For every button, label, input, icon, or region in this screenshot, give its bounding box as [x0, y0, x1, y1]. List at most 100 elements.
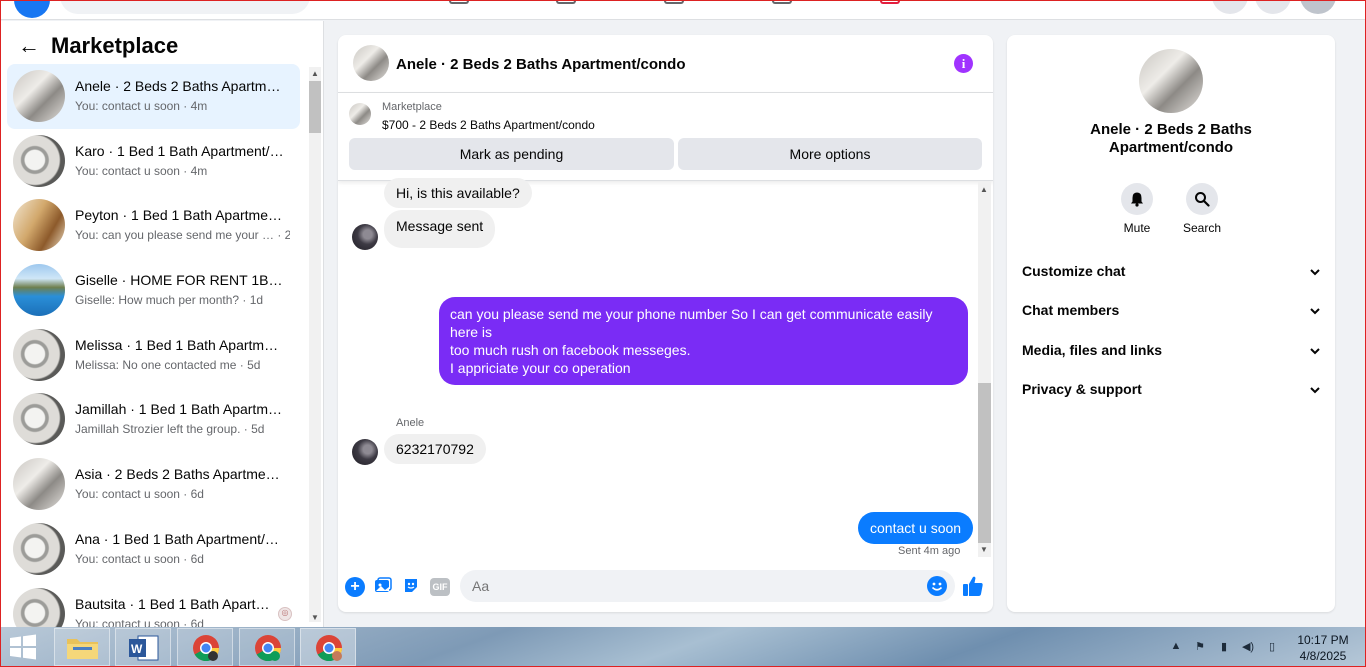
conversation-item[interactable]: Asia · 2 Beds 2 Baths Apartment… You: co…	[7, 452, 300, 517]
scroll-down-arrow-icon[interactable]: ▼	[980, 545, 988, 554]
scroll-down-arrow-icon[interactable]: ▼	[311, 613, 319, 622]
facebook-search-input[interactable]	[60, 0, 310, 14]
folder-icon	[67, 639, 98, 659]
message-bubble-received: Message sent	[384, 210, 496, 248]
groups-nav-icon[interactable]	[772, 0, 792, 4]
listing-avatar	[13, 264, 65, 317]
windows-taskbar: W ▲ ⚑ ▮ ◀) ▯ 10:17 PM 4/8/2025	[0, 627, 1366, 667]
message-bubble-sent: can you please send me your phone number…	[439, 297, 968, 385]
details-title-line: Anele · 2 Beds 2 Baths	[1090, 121, 1252, 138]
conversation-name: Peyton · 1 Bed 1 Bath Apartmen…	[75, 207, 285, 224]
mark-as-pending-button[interactable]: Mark as pending	[349, 138, 674, 170]
conversation-preview: You: contact u soon · 6d	[75, 487, 204, 502]
chat-panel: Anele · 2 Beds 2 Baths Apartment/condo i…	[338, 35, 993, 612]
sidebar-scrollbar-thumb[interactable]	[309, 81, 321, 133]
scroll-up-arrow-icon[interactable]: ▲	[980, 185, 988, 194]
video-nav-icon[interactable]	[556, 0, 576, 4]
chrome-icon	[316, 635, 343, 662]
message-thread: Hi, is this available? Message sent can …	[338, 178, 978, 560]
conversation-item[interactable]: Anele · 2 Beds 2 Baths Apartme… You: con…	[7, 64, 300, 129]
chevron-down-icon	[1310, 308, 1320, 315]
scroll-up-arrow-icon[interactable]: ▲	[311, 69, 319, 78]
plus-icon[interactable]: +	[345, 577, 365, 597]
section-label: Customize chat	[1022, 263, 1126, 279]
gaming-nav-icon[interactable]	[880, 0, 900, 4]
svg-text:W: W	[131, 642, 143, 656]
gif-icon[interactable]: GIF	[430, 578, 450, 596]
message-composer: + GIF	[338, 565, 993, 612]
facebook-logo-icon[interactable]	[14, 0, 50, 18]
mute-button[interactable]: Mute	[1107, 183, 1167, 235]
power-icon[interactable]: ▯	[1264, 640, 1280, 654]
chrome-taskbar-button[interactable]	[177, 628, 233, 666]
network-signal-icon[interactable]: ▮	[1216, 640, 1232, 654]
chat-scrollbar-thumb[interactable]	[978, 383, 991, 543]
home-nav-icon[interactable]	[449, 0, 469, 4]
listing-avatar	[13, 328, 65, 381]
chrome-taskbar-button[interactable]	[239, 628, 295, 666]
back-arrow-icon[interactable]: ←	[18, 35, 40, 57]
file-explorer-taskbar-button[interactable]	[54, 628, 110, 666]
notifications-icon[interactable]	[1255, 0, 1291, 14]
more-options-button[interactable]: More options	[678, 138, 982, 170]
chevron-down-icon	[1310, 387, 1320, 394]
customize-chat-section[interactable]: Customize chat	[1022, 263, 1322, 283]
chrome-icon	[255, 635, 282, 662]
sender-name: Anele	[396, 417, 425, 429]
taskbar-clock[interactable]: 10:17 PM 4/8/2025	[1292, 632, 1354, 664]
chevron-down-icon	[1310, 269, 1320, 276]
chat-members-section[interactable]: Chat members	[1022, 302, 1322, 322]
conversation-preview: Melissa: No one contacted me · 5d	[75, 357, 261, 372]
show-hidden-icons-icon[interactable]: ▲	[1168, 640, 1184, 654]
volume-icon[interactable]: ◀)	[1240, 640, 1256, 654]
thumbs-up-icon[interactable]	[961, 574, 985, 598]
marketplace-listing-bar: Marketplace $700 - 2 Beds 2 Baths Apartm…	[338, 93, 993, 181]
section-label: Privacy & support	[1022, 381, 1142, 397]
chat-title[interactable]: Anele · 2 Beds 2 Baths Apartment/condo	[396, 56, 686, 73]
conversation-item[interactable]: Giselle · HOME FOR RENT 1BED… Giselle: H…	[7, 258, 300, 323]
chat-details-panel: Anele · 2 Beds 2 Baths Apartment/condo M…	[1007, 35, 1335, 612]
conversation-preview: You: contact u soon · 4m	[75, 99, 208, 113]
conversation-name: Jamillah · 1 Bed 1 Bath Apartme…	[75, 401, 285, 418]
search-button[interactable]: Search	[1172, 183, 1232, 235]
action-center-flag-icon[interactable]: ⚑	[1192, 640, 1208, 654]
privacy-support-section[interactable]: Privacy & support	[1022, 381, 1322, 401]
message-line: can you please send me your phone number…	[450, 306, 933, 340]
sidebar-header: ← Marketplace	[18, 33, 178, 59]
chat-avatar[interactable]	[353, 45, 389, 81]
sidebar-title: Marketplace	[51, 33, 179, 58]
marketplace-nav-icon[interactable]	[664, 0, 684, 4]
chat-header: Anele · 2 Beds 2 Baths Apartment/condo i	[338, 35, 993, 93]
word-icon: W	[129, 635, 159, 661]
emoji-icon[interactable]	[927, 576, 947, 596]
message-input[interactable]	[460, 570, 955, 602]
system-tray: ▲ ⚑ ▮ ◀) ▯	[1168, 638, 1280, 656]
sender-avatar	[352, 224, 378, 250]
image-icon[interactable]	[373, 577, 393, 597]
clock-time: 10:17 PM	[1297, 633, 1349, 647]
info-icon[interactable]: i	[954, 54, 973, 73]
listing-avatar	[13, 70, 65, 122]
conversation-item[interactable]: Peyton · 1 Bed 1 Bath Apartmen… You: can…	[7, 193, 300, 258]
conversation-preview: Jamillah Strozier left the group. · 5d	[75, 422, 265, 437]
listing-price-title[interactable]: $700 - 2 Beds 2 Baths Apartment/condo	[382, 118, 595, 132]
menu-grid-icon[interactable]	[1212, 0, 1248, 14]
conversation-sidebar: ← Marketplace Anele · 2 Beds 2 Baths Apa…	[0, 21, 324, 627]
search-icon	[1186, 183, 1218, 215]
conversation-list: Anele · 2 Beds 2 Baths Apartme… You: con…	[7, 64, 300, 627]
sidebar-scrollbar[interactable]	[309, 67, 321, 622]
conversation-item[interactable]: Karo · 1 Bed 1 Bath Apartment/c… You: co…	[7, 129, 300, 194]
conversation-item[interactable]: Melissa · 1 Bed 1 Bath Apartmen… Melissa…	[7, 323, 300, 388]
listing-thumbnail[interactable]	[349, 103, 371, 125]
listing-avatar	[13, 134, 65, 187]
conversation-name: Asia · 2 Beds 2 Baths Apartment…	[75, 466, 285, 483]
chrome-taskbar-button-active[interactable]	[300, 628, 356, 666]
sticker-icon[interactable]	[401, 577, 421, 597]
account-avatar[interactable]	[1300, 0, 1336, 14]
conversation-item[interactable]: Jamillah · 1 Bed 1 Bath Apartme… Jamilla…	[7, 387, 300, 452]
conversation-item[interactable]: Bautsita · 1 Bed 1 Bath Apart… You: cont…	[7, 582, 300, 627]
word-taskbar-button[interactable]: W	[115, 628, 171, 666]
windows-start-icon[interactable]	[6, 634, 40, 660]
conversation-item[interactable]: Ana · 1 Bed 1 Bath Apartment/c… You: con…	[7, 517, 300, 582]
media-files-links-section[interactable]: Media, files and links	[1022, 342, 1322, 362]
